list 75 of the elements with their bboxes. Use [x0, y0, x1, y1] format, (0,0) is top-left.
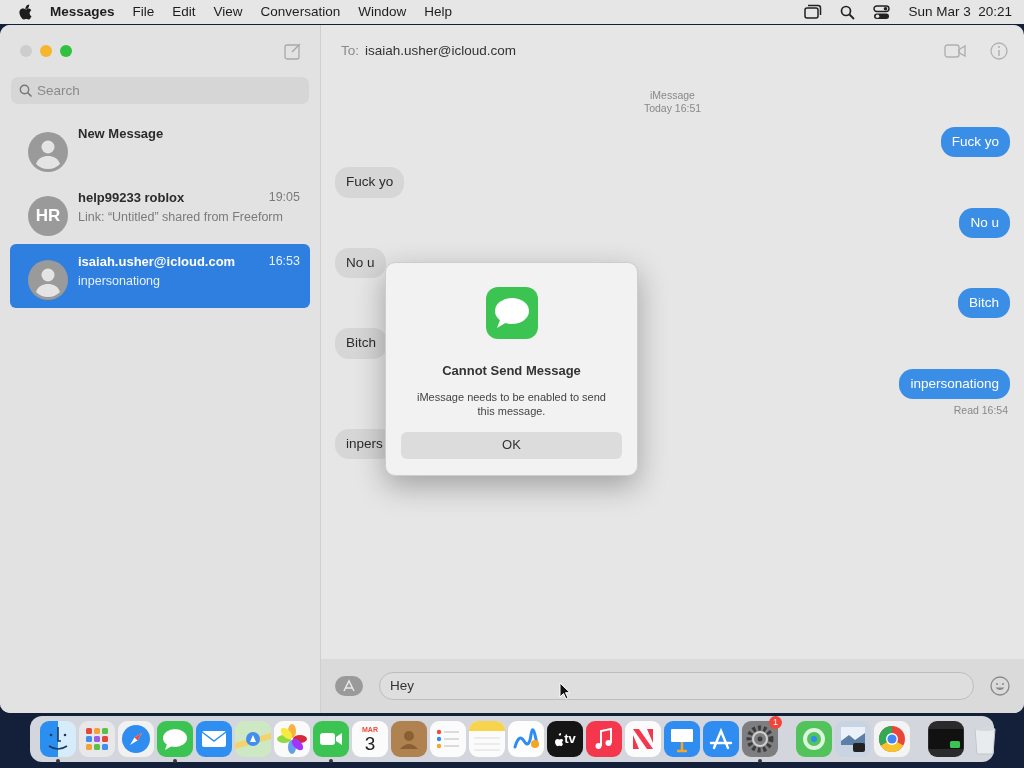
- calendar-day: 3: [364, 733, 376, 754]
- received-message-bubble: No u: [335, 247, 386, 278]
- face-icon[interactable]: [40, 721, 76, 757]
- search-icon: [19, 84, 32, 97]
- message-time: 19:05: [268, 189, 300, 206]
- emoji-icon[interactable]: [990, 676, 1010, 696]
- received-message-bubble: Bitch: [335, 328, 387, 359]
- flower-icon[interactable]: [274, 721, 310, 757]
- gear-icon[interactable]: [742, 721, 778, 757]
- letter-a-icon[interactable]: [703, 721, 739, 757]
- zoom-button[interactable]: [60, 45, 72, 57]
- map-icon[interactable]: [235, 721, 271, 757]
- mouse-pointer-icon: [559, 682, 571, 700]
- window-icon[interactable]: [928, 721, 964, 757]
- music-note-icon[interactable]: [586, 721, 622, 757]
- person-avatar-icon: [28, 260, 68, 300]
- message-time: 16:53: [268, 253, 300, 270]
- dialog-message: iMessage needs to be enabled to send this message.: [416, 389, 607, 418]
- speech-bubble-icon[interactable]: [157, 721, 193, 757]
- tv-label: tv: [564, 730, 576, 749]
- sent-message-bubble: Bitch: [958, 288, 1010, 319]
- envelope-icon[interactable]: [196, 721, 232, 757]
- circle-logo-icon[interactable]: [874, 721, 910, 757]
- window-stack-icon[interactable]: [804, 4, 823, 20]
- photo-stack-icon[interactable]: [835, 721, 871, 757]
- checklist-icon[interactable]: [430, 721, 466, 757]
- timestamp: Today 16:51: [643, 102, 702, 115]
- message-input[interactable]: Hey: [379, 672, 974, 700]
- app-menu[interactable]: Messages: [50, 1, 115, 23]
- menu-item[interactable]: Edit: [172, 1, 196, 23]
- menu-item[interactable]: View: [213, 1, 243, 23]
- contact-name: isaiah.usher@icloud.com: [78, 253, 236, 271]
- notification-badge: 1: [769, 716, 782, 729]
- dialog-title: Cannot Send Message: [442, 362, 581, 380]
- video-camera-icon[interactable]: [313, 721, 349, 757]
- news-icon[interactable]: [625, 721, 661, 757]
- contact-name: New Message: [78, 125, 164, 143]
- to-label: To:: [341, 41, 359, 60]
- app-store-icon[interactable]: [335, 676, 363, 696]
- contact-book-icon[interactable]: [391, 721, 427, 757]
- apple-logo: [554, 731, 565, 747]
- menu-item[interactable]: Conversation: [260, 1, 341, 23]
- video-camera-icon[interactable]: [944, 44, 966, 58]
- conversation-item[interactable]: isaiah.usher@icloud.com 16:53 inpersonationg: [10, 244, 310, 308]
- menu-item[interactable]: Help: [424, 1, 452, 23]
- grid-icon[interactable]: [79, 721, 115, 757]
- scribble-icon[interactable]: [508, 721, 544, 757]
- message-preview: Link: “Untitled” shared from Freeform: [78, 208, 284, 226]
- compass-icon[interactable]: [118, 721, 154, 757]
- compose-icon[interactable]: [284, 42, 302, 60]
- conversation-item[interactable]: HR help99233 roblox 19:05 Link: “Untitled” shared from Freeform: [10, 180, 310, 244]
- tv-icon[interactable]: tv: [547, 721, 583, 757]
- message-preview: inpersonationg: [78, 272, 161, 290]
- contact-name: help99233 roblox: [78, 189, 185, 207]
- apple-logo[interactable]: [18, 3, 32, 21]
- service-label: iMessage: [650, 89, 695, 102]
- recipient: isaiah.usher@icloud.com: [365, 41, 517, 60]
- menu-item[interactable]: File: [132, 1, 155, 23]
- search-field[interactable]: Search: [11, 77, 309, 104]
- control-center-icon[interactable]: [873, 4, 891, 20]
- menu-item[interactable]: Window: [358, 1, 407, 23]
- info-icon[interactable]: [990, 42, 1008, 60]
- person-avatar-icon: [28, 132, 68, 172]
- sent-message-bubble: No u: [959, 207, 1010, 238]
- new-message-item[interactable]: New Message: [10, 116, 310, 180]
- sent-message-bubble: inpersonationg: [899, 368, 1010, 399]
- sent-message-bubble: Fuck yo: [940, 127, 1010, 158]
- read-receipt: Read 16:54: [953, 402, 1008, 418]
- avatar: HR: [28, 196, 68, 236]
- search-icon[interactable]: [840, 4, 856, 20]
- ok-button[interactable]: OK: [401, 431, 622, 459]
- received-message-bubble: Fuck yo: [335, 167, 405, 198]
- podium-icon[interactable]: [664, 721, 700, 757]
- speech-bubble-icon: [485, 287, 538, 339]
- clock[interactable]: Sun Mar 3 20:21: [908, 1, 1012, 23]
